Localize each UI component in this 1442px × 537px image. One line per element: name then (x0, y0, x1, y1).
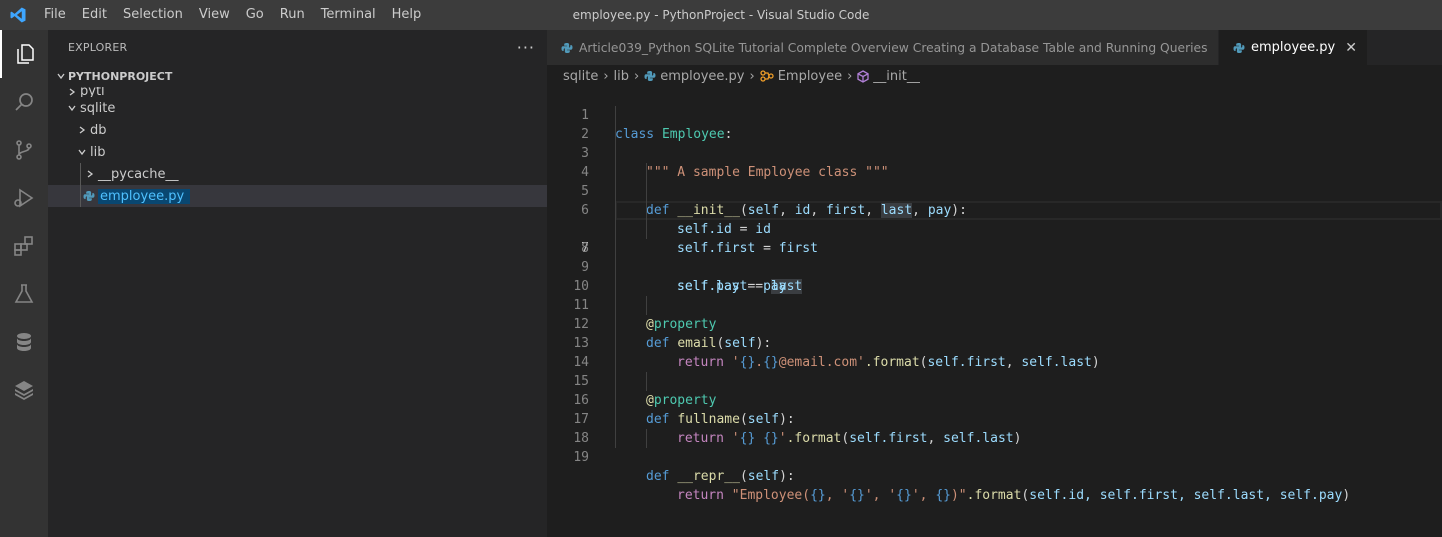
workspace-name: PYTHONPROJECT (68, 69, 173, 83)
close-icon[interactable]: ✕ (1345, 40, 1357, 56)
tree-item-label: employee.py (98, 188, 191, 204)
chevron-right-icon: › (603, 68, 609, 84)
tree-item-employee-py[interactable]: employee.py (48, 185, 547, 207)
tree-item-label: lib (90, 144, 106, 160)
code-line: 18 def __repr__(self): (547, 410, 1442, 484)
chevron-right-icon (74, 125, 90, 135)
code-line: 16 return '{} {}'.format(self.first, sel… (547, 372, 1442, 446)
breadcrumb-lib[interactable]: lib (614, 69, 629, 84)
breadcrumb-class[interactable]: Employee (778, 69, 842, 84)
menu-view[interactable]: View (191, 0, 238, 30)
menu-bar: File Edit Selection View Go Run Terminal… (36, 0, 429, 30)
menu-selection[interactable]: Selection (115, 0, 191, 30)
line-number: 19 (573, 450, 589, 465)
explorer-title: EXPLORER (68, 41, 128, 54)
chevron-down-icon (64, 103, 80, 113)
tab-label: Article039_Python SQLite Tutorial Comple… (579, 40, 1208, 55)
code-line: 13 (547, 315, 1442, 351)
python-file-icon (644, 70, 656, 82)
tree-item-label: pytl (80, 87, 105, 97)
code-line: 17 (547, 391, 1442, 427)
layers-icon[interactable] (0, 366, 48, 414)
chevron-down-icon (54, 71, 68, 81)
tree-item-label: sqlite (80, 100, 116, 116)
method-symbol-icon (857, 69, 869, 83)
python-file-icon (80, 190, 98, 202)
code-line: 3 (547, 125, 1442, 161)
python-file-icon (1233, 42, 1245, 54)
title-bar: File Edit Selection View Go Run Terminal… (0, 0, 1442, 30)
chevron-right-icon: › (749, 68, 755, 84)
search-icon[interactable] (0, 78, 48, 126)
explorer-icon[interactable] (0, 30, 48, 78)
tree-item-lib[interactable]: lib (48, 141, 547, 163)
indent-guide (80, 185, 81, 207)
tree-item-label: __pycache__ (98, 166, 179, 182)
menu-go[interactable]: Go (238, 0, 272, 30)
editor-tabs: Article039_Python SQLite Tutorial Comple… (547, 30, 1442, 65)
file-tree: pytl sqlite db lib __pycache__ employee.… (48, 87, 547, 207)
menu-edit[interactable]: Edit (74, 0, 115, 30)
menu-run[interactable]: Run (272, 0, 313, 30)
explorer-header: EXPLORER ··· (48, 30, 547, 65)
code-line: 9 (547, 239, 1442, 275)
code-line: 2 """ A sample Employee class """ (547, 106, 1442, 180)
code-line: 11 def email(self): (547, 277, 1442, 351)
breadcrumb-file[interactable]: employee.py (660, 69, 744, 84)
code-line: 1 class Employee: (547, 87, 1442, 142)
tab-label: employee.py (1251, 40, 1336, 55)
indent-guide (80, 163, 81, 185)
menu-file[interactable]: File (36, 0, 74, 30)
menu-help[interactable]: Help (384, 0, 430, 30)
chevron-right-icon (64, 87, 80, 97)
class-symbol-icon (760, 70, 774, 82)
activity-bar (0, 30, 48, 537)
source-control-icon[interactable] (0, 126, 48, 174)
code-line-current: 7 self.last = last (547, 201, 1442, 294)
tree-item-sqlite[interactable]: sqlite (48, 97, 547, 119)
code-line: 8 self.pay = pay (547, 220, 1442, 294)
current-line-highlight (615, 201, 1442, 220)
workspace-section-header[interactable]: PYTHONPROJECT (48, 65, 547, 87)
extensions-icon[interactable] (0, 222, 48, 270)
tab-article039[interactable]: Article039_Python SQLite Tutorial Comple… (547, 30, 1219, 65)
code-line: 15 def fullname(self): (547, 353, 1442, 427)
more-actions-icon[interactable]: ··· (517, 38, 535, 57)
run-debug-icon[interactable] (0, 174, 48, 222)
menu-terminal[interactable]: Terminal (313, 0, 384, 30)
testing-icon[interactable] (0, 270, 48, 318)
code-line: 14 @property (547, 334, 1442, 408)
code-line: 19 return "Employee({}, '{}', '{}', {})"… (547, 429, 1442, 503)
code-line: 12 return '{}.{}@email.com'.format(self.… (547, 296, 1442, 370)
code-line: 6 self.first = first (547, 182, 1442, 256)
python-file-icon (561, 42, 573, 54)
chevron-right-icon: › (634, 68, 640, 84)
tree-item-pycache[interactable]: __pycache__ (48, 163, 547, 185)
tree-item-db[interactable]: db (48, 119, 547, 141)
breadcrumb: sqlite › lib › employee.py › Employee › … (547, 65, 1442, 87)
tab-employee-py[interactable]: employee.py ✕ (1219, 30, 1368, 65)
breadcrumb-sqlite[interactable]: sqlite (563, 69, 598, 84)
chevron-right-icon (82, 169, 98, 179)
database-icon[interactable] (0, 318, 48, 366)
code-editor[interactable]: 1 class Employee: 2 """ A sample Employe… (547, 87, 1442, 537)
breadcrumb-method[interactable]: __init__ (873, 69, 920, 84)
chevron-right-icon: › (847, 68, 853, 84)
code-line: 10 @property (547, 258, 1442, 332)
code-line: 5 self.id = id (547, 163, 1442, 237)
tree-item-pytl[interactable]: pytl (48, 87, 547, 97)
tree-item-label: db (90, 122, 107, 138)
explorer-sidebar: EXPLORER ··· PYTHONPROJECT pytl sqlite d… (48, 30, 547, 537)
chevron-down-icon (74, 147, 90, 157)
vscode-logo-icon (0, 0, 36, 30)
code-line: 4 def __init__(self, id, first, last, pa… (547, 144, 1442, 218)
